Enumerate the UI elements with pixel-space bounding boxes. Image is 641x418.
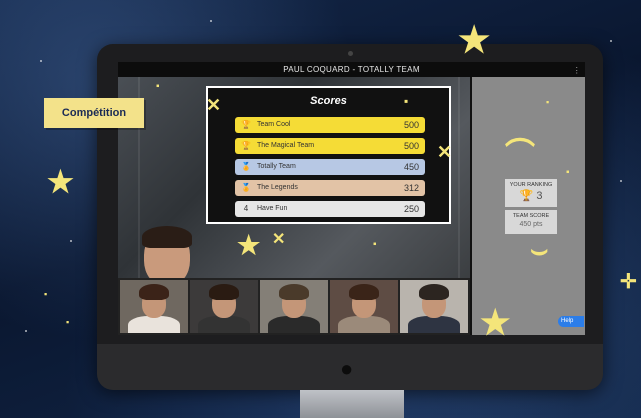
star-doodle-icon: ★ [47,166,74,199]
webcam-dot [348,51,353,56]
trophy-gold-icon: 🏆 [241,120,251,129]
sparkle-doodle-icon: ⌣ [530,234,549,265]
competition-badge: Compétition [44,98,144,128]
team-name: Totally Team [257,163,296,170]
star-doodle-icon: ★ [237,230,261,260]
star-doodle-icon: ★ [480,304,511,342]
help-button[interactable]: Help [558,316,584,327]
help-label: Help [561,318,574,324]
team-score-value: 450 pts [519,221,543,228]
team-name: Team Cool [257,121,291,128]
badge-label: Compétition [61,107,127,119]
dot-doodle-icon: ▪ [44,289,48,299]
participant-video[interactable] [400,280,468,333]
team-name: The Legends [257,184,298,191]
window-title: PAUL COQUARD - TOTALLY TEAM [283,65,420,74]
participant-video[interactable] [120,280,188,333]
app-screen: PAUL COQUARD - TOTALLY TEAM ⋮ Scores 🏆 Te… [118,62,585,335]
score-row: 🏅 The Legends 312 [235,180,425,196]
ranking-value: 3 [536,190,543,202]
dot-doodle-icon: ▪ [373,239,377,250]
trophy-gold-icon: 🏆 [241,141,251,150]
side-panel: YOUR RANKING 🏆 3 TEAM SCORE 450 pts [472,77,585,335]
dot-doodle-icon: ▪ [66,317,70,327]
star-doodle-icon: ★ [458,19,491,60]
team-score-box: TEAM SCORE 450 pts [505,210,557,234]
sparkle-doodle-icon: ⌒ [505,138,535,171]
team-score: 250 [403,204,419,214]
cross-doodle-icon: ✕ [272,231,286,248]
window-titlebar: PAUL COQUARD - TOTALLY TEAM ⋮ [118,62,585,77]
score-row: 🏆 Team Cool 500 [235,117,425,133]
participant-video[interactable] [330,280,398,333]
score-row: 🏆 The Magical Team 500 [235,138,425,154]
participant-strip [118,278,470,335]
ranking-box: YOUR RANKING 🏆 3 [505,179,557,207]
apple-logo-icon: ● [340,356,354,381]
dot-doodle-icon: ▪ [156,81,160,92]
scoreboard-title: Scores [310,95,347,107]
scoreboard: Scores 🏆 Team Cool 500 🏆 The Magical Team 500… [206,86,451,224]
monitor-stand [300,390,404,418]
team-score-label: TEAM SCORE [512,213,550,219]
medal-bronze-icon: 🏅 [241,183,251,192]
dot-doodle-icon: ▪ [566,167,570,178]
cross-doodle-icon: ✛ [620,271,637,293]
team-score: 312 [403,183,419,193]
rank-number: 4 [243,204,249,213]
team-score: 500 [403,120,419,130]
trophy-icon: 🏆 [519,190,534,202]
medal-icon: 🏅 [241,162,251,171]
cross-doodle-icon: ✕ [437,142,453,162]
window-menu-icon[interactable]: ⋮ [573,63,581,78]
team-name: Have Fun [257,205,288,212]
cross-doodle-icon: ✕ [206,95,222,115]
score-row: 🏅 Totally Team 450 [235,159,425,175]
team-score: 500 [403,141,419,151]
team-score: 450 [403,162,419,172]
participant-video[interactable] [190,280,258,333]
dot-doodle-icon: ▪ [404,94,409,108]
score-row: 4 Have Fun 250 [235,201,425,217]
dot-doodle-icon: ▪ [546,97,550,107]
ranking-label: YOUR RANKING [509,182,553,188]
team-name: The Magical Team [257,142,315,149]
participant-video[interactable] [260,280,328,333]
